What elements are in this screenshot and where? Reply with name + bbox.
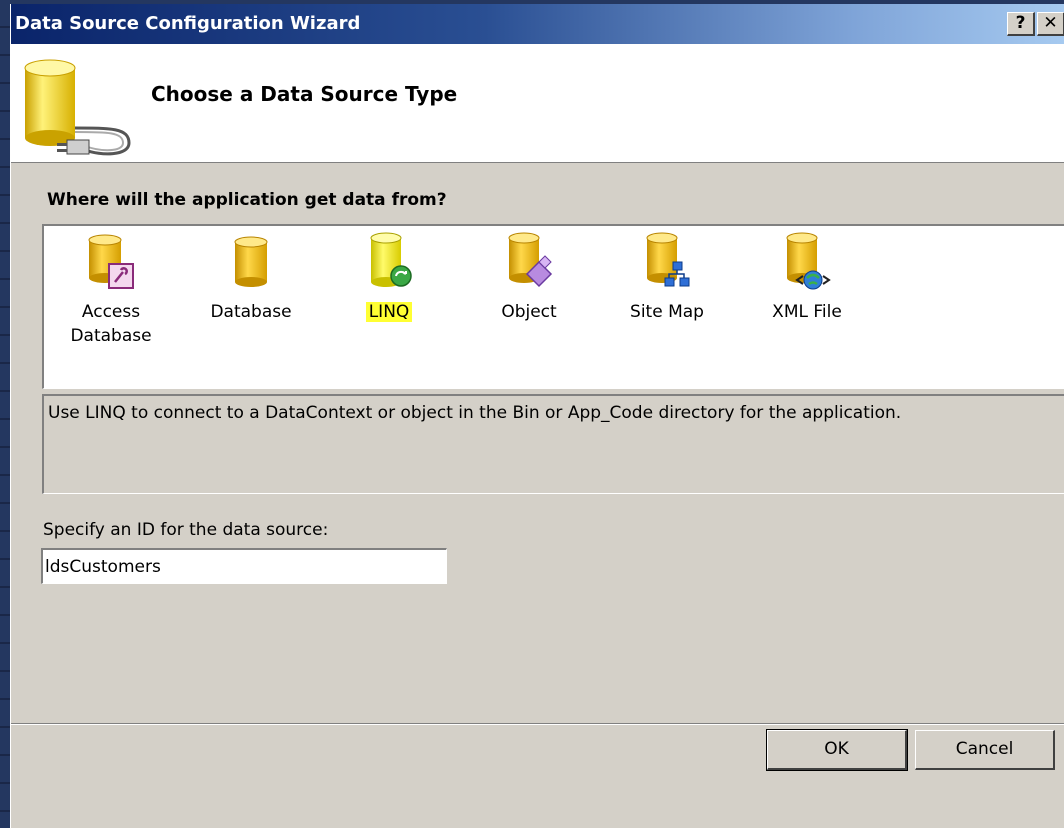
linq-icon [365, 232, 413, 290]
footer-separator [11, 723, 1064, 725]
id-field-label: Specify an ID for the data source: [43, 520, 329, 540]
title-bar[interactable]: Data Source Configuration Wizard ? ✕ [11, 4, 1064, 44]
wizard-header: Choose a Data Source Type [11, 44, 1064, 163]
source-description: Use LINQ to connect to a DataContext or … [42, 394, 1064, 494]
access-database-icon [87, 232, 135, 290]
list-item-label: Access Database [70, 302, 152, 346]
page-title: Choose a Data Source Type [151, 82, 458, 106]
list-item-label: LINQ [334, 300, 444, 324]
database-icon [227, 232, 275, 290]
site-map-icon [643, 232, 691, 290]
data-source-id-input[interactable] [41, 548, 447, 584]
list-item-database[interactable]: Database [196, 226, 306, 356]
list-item-label: XML File [772, 302, 842, 322]
data-source-type-list[interactable]: Access Database Database LINQ Object Sit… [42, 224, 1064, 389]
window-title: Data Source Configuration Wizard [15, 13, 361, 34]
close-button[interactable]: ✕ [1037, 12, 1064, 36]
database-plug-icon [21, 58, 133, 162]
object-icon [505, 232, 553, 290]
list-item-label: Database [210, 302, 292, 322]
list-item-linq[interactable]: LINQ [334, 226, 444, 356]
cancel-button[interactable]: Cancel [915, 730, 1055, 770]
help-button[interactable]: ? [1007, 12, 1035, 36]
xml-file-icon [783, 232, 831, 290]
wizard-dialog: Data Source Configuration Wizard ? ✕ Cho… [10, 4, 1064, 828]
list-item-object[interactable]: Object [474, 226, 584, 356]
list-item-xml-file[interactable]: XML File [752, 226, 862, 356]
list-item-access-database[interactable]: Access Database [56, 226, 166, 356]
ok-button[interactable]: OK [766, 729, 908, 771]
source-question-label: Where will the application get data from… [47, 190, 447, 210]
list-item-label: Object [501, 302, 557, 322]
list-item-site-map[interactable]: Site Map [612, 226, 722, 356]
list-item-label: Site Map [630, 302, 704, 322]
